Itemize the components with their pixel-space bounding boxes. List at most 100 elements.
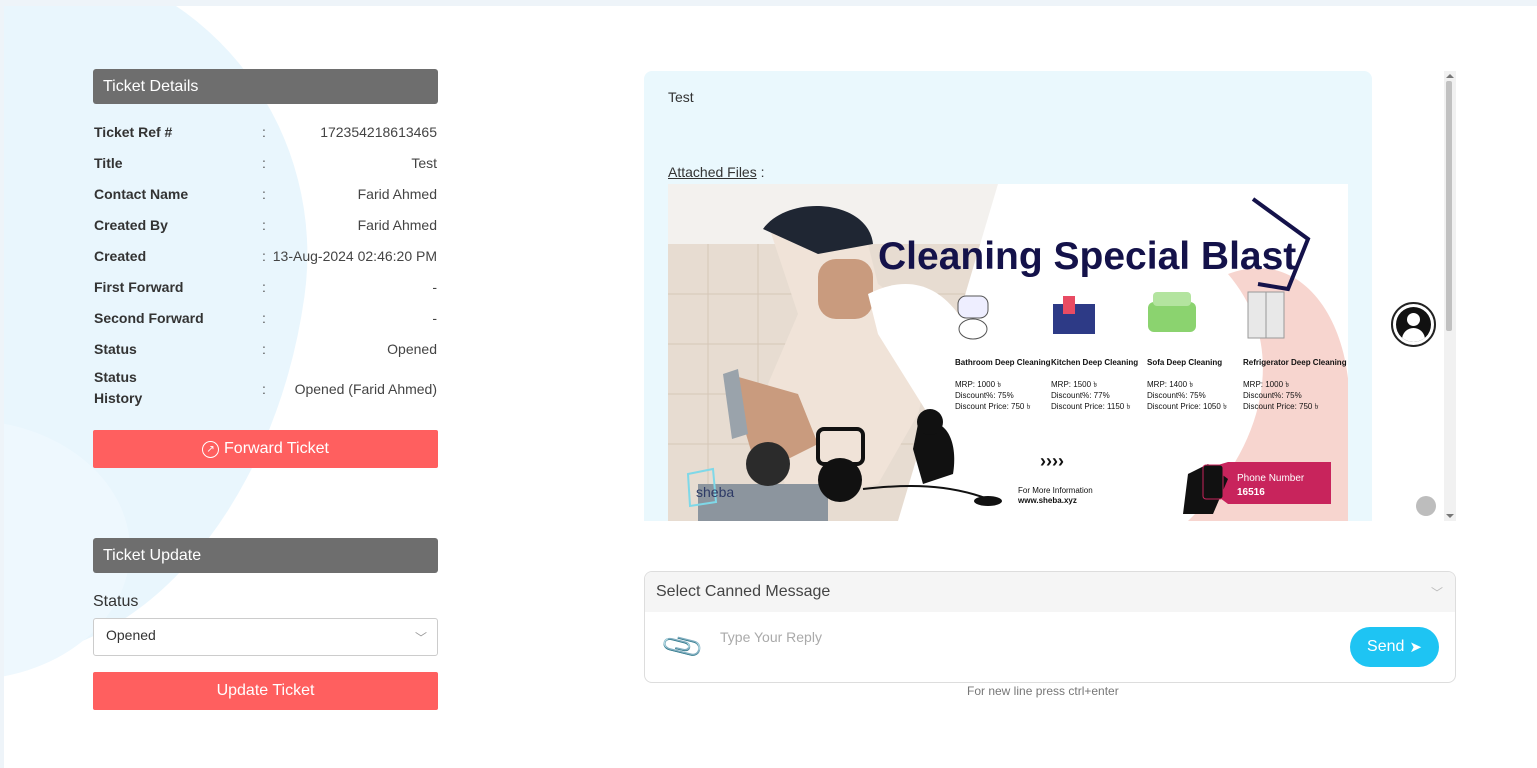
detail-label: Title [94, 155, 123, 171]
scroll-down-arrow-icon[interactable] [1446, 514, 1454, 518]
detail-colon: : [262, 279, 266, 295]
reply-box: Select Canned Message ﹀ 📎 Type Your Repl… [644, 571, 1456, 683]
message-bubble: Test Attached Files : sheba Cleaning Spe… [644, 71, 1372, 521]
attached-files-colon: : [756, 164, 765, 180]
attached-files-link[interactable]: Attached Files [668, 164, 757, 180]
reply-input[interactable]: Type Your Reply [720, 629, 822, 645]
poster-more-info: For More Information [1018, 486, 1093, 495]
scrollbar-thumb[interactable] [1446, 81, 1452, 331]
detail-label: Ticket Ref # [94, 124, 173, 140]
detail-colon: : [262, 155, 266, 171]
service-1-discount: Discount%: 75% [955, 391, 1014, 400]
detail-value: 13-Aug-2024 02:46:20 PM [272, 248, 437, 264]
service-4-mrp: MRP: 1000 ৳ [1243, 380, 1289, 389]
poster-website: www.sheba.xyz [1017, 496, 1077, 505]
detail-row-status-history: Status History : Opened (Farid Ahmed) [93, 364, 438, 416]
update-ticket-button[interactable]: Update Ticket [93, 672, 438, 710]
service-4-price: Discount Price: 750 ৳ [1243, 402, 1319, 411]
detail-row-first-forward: First Forward : - [93, 271, 438, 302]
message-text: Test [668, 89, 694, 105]
service-1-price: Discount Price: 750 ৳ [955, 402, 1031, 411]
detail-row-contact-name: Contact Name : Farid Ahmed [93, 178, 438, 209]
send-label: Send [1367, 638, 1405, 655]
poster-arrows: ›››› [1040, 451, 1064, 471]
service-3-price: Discount Price: 1050 ৳ [1147, 402, 1227, 411]
paperclip-icon[interactable]: 📎 [659, 623, 706, 670]
service-4-name: Refrigerator Deep Cleaning [1243, 358, 1347, 367]
detail-label: Second Forward [94, 310, 204, 326]
detail-value: Test [411, 155, 437, 171]
detail-colon: : [262, 186, 266, 202]
forward-ticket-label: Forward Ticket [224, 440, 329, 457]
fridge-icon [1247, 291, 1285, 339]
service-3-mrp: MRP: 1400 ৳ [1147, 380, 1193, 389]
user-avatar-icon [1391, 302, 1436, 347]
service-2-discount: Discount%: 77% [1051, 391, 1110, 400]
ticket-update-panel: Ticket Update Status Opened ﹀ Update Tic… [93, 538, 438, 710]
poster-graphic: sheba Cleaning Special Blast Bathroom De… [668, 184, 1348, 521]
status-dot-icon [1416, 496, 1436, 516]
status-label: Status [93, 593, 139, 610]
detail-label: Status History [94, 369, 143, 406]
detail-value: Opened (Farid Ahmed) [294, 381, 437, 397]
detail-value: Farid Ahmed [357, 217, 437, 233]
attachment-image[interactable]: sheba Cleaning Special Blast Bathroom De… [668, 184, 1348, 521]
detail-label: Created By [94, 217, 168, 233]
detail-value: Farid Ahmed [357, 186, 437, 202]
forward-arrow-icon: ↗ [202, 440, 220, 458]
detail-row-status: Status : Opened [93, 333, 438, 364]
message-scrollbar[interactable] [1444, 71, 1456, 521]
detail-colon: : [262, 217, 266, 233]
detail-row-created-by: Created By : Farid Ahmed [93, 209, 438, 240]
bathroom-icon [957, 295, 989, 340]
forward-ticket-button[interactable]: ↗ Forward Ticket [93, 430, 438, 468]
ticket-details-header: Ticket Details [93, 69, 438, 104]
poster-title: Cleaning Special Blast [878, 235, 1296, 278]
service-3-name: Sofa Deep Cleaning [1147, 358, 1222, 367]
detail-label: Status [94, 341, 137, 357]
canned-message-select[interactable]: Select Canned Message ﹀ [645, 572, 1455, 612]
newline-hint: For new line press ctrl+enter [967, 684, 1119, 698]
chevron-down-icon: ﹀ [1430, 586, 1443, 600]
canned-message-placeholder: Select Canned Message [656, 583, 831, 600]
status-select[interactable]: Opened ﹀ [93, 618, 438, 656]
top-border [0, 0, 1537, 6]
poster-brand: sheba [696, 484, 734, 500]
detail-colon: : [262, 124, 266, 140]
service-4-discount: Discount%: 75% [1243, 391, 1302, 400]
left-border [0, 0, 4, 768]
detail-colon: : [262, 310, 266, 326]
ticket-details-panel: Ticket Details Ticket Ref # : 1723542186… [93, 69, 438, 468]
detail-value: Opened [387, 341, 437, 357]
ticket-page: Ticket Details Ticket Ref # : 1723542186… [0, 0, 1537, 768]
detail-colon: : [262, 341, 266, 357]
sofa-icon [1148, 292, 1196, 332]
detail-value: - [432, 310, 437, 326]
poster-phone-number: 16516 [1237, 487, 1265, 498]
ticket-update-header: Ticket Update [93, 538, 438, 573]
detail-colon: : [262, 248, 266, 264]
scroll-up-arrow-icon[interactable] [1446, 74, 1454, 78]
detail-label: First Forward [94, 279, 184, 295]
detail-label: Created [94, 248, 147, 264]
service-2-price: Discount Price: 1150 ৳ [1051, 402, 1130, 411]
detail-row-ticket-ref: Ticket Ref # : 172354218613465 [93, 116, 438, 147]
poster-phone-label: Phone Number [1237, 473, 1305, 484]
chevron-down-icon: ﹀ [414, 631, 427, 645]
detail-value: - [432, 279, 437, 295]
service-2-name: Kitchen Deep Cleaning [1051, 358, 1138, 367]
status-select-value: Opened [106, 627, 156, 643]
attached-files-label: Attached Files : [668, 164, 765, 180]
service-3-discount: Discount%: 75% [1147, 391, 1206, 400]
detail-colon: : [262, 381, 266, 397]
detail-row-title: Title : Test [93, 147, 438, 178]
detail-value: 172354218613465 [320, 124, 437, 140]
service-1-mrp: MRP: 1000 ৳ [955, 380, 1001, 389]
service-1-name: Bathroom Deep Cleaning [955, 358, 1051, 367]
service-2-mrp: MRP: 1500 ৳ [1051, 380, 1097, 389]
send-button[interactable]: Send ➤ [1350, 627, 1439, 667]
detail-row-created: Created : 13-Aug-2024 02:46:20 PM [93, 240, 438, 271]
detail-label: Contact Name [94, 186, 189, 202]
send-plane-icon: ➤ [1409, 639, 1422, 656]
detail-row-second-forward: Second Forward : - [93, 302, 438, 333]
